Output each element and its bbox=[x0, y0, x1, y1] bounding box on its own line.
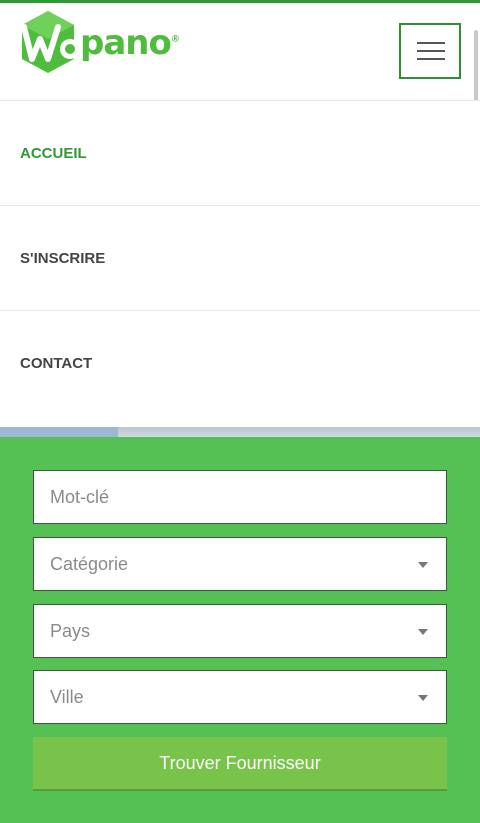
menu-toggle-button[interactable] bbox=[399, 23, 461, 79]
category-select[interactable]: Catégorie bbox=[33, 537, 447, 591]
nav-item-accueil[interactable]: ACCUEIL bbox=[0, 100, 480, 205]
wapano-logo-mark bbox=[21, 11, 80, 73]
hamburger-menu-icon-line bbox=[417, 58, 445, 60]
nav-item-sinscrire[interactable]: S'INSCRIRE bbox=[0, 205, 480, 310]
find-supplier-button[interactable]: Trouver Fournisseur bbox=[33, 737, 447, 791]
supplier-search-panel: Mot-clé Catégorie Pays Ville Trouver Fou… bbox=[0, 437, 480, 823]
hamburger-menu-icon-line bbox=[417, 50, 445, 52]
registered-mark: ® bbox=[170, 34, 180, 45]
mobile-nav-menu: ACCUEIL S'INSCRIRE CONTACT bbox=[0, 100, 480, 415]
site-header: pano® bbox=[0, 3, 480, 100]
caret-down-icon bbox=[418, 629, 428, 635]
nav-item-contact[interactable]: CONTACT bbox=[0, 310, 480, 415]
country-placeholder: Pays bbox=[50, 620, 91, 641]
wapano-logo[interactable]: pano® bbox=[18, 9, 180, 75]
logo-wordmark: pano® bbox=[80, 23, 180, 63]
find-supplier-label: Trouver Fournisseur bbox=[159, 752, 321, 773]
hero-image-strip-blue bbox=[0, 427, 118, 437]
hero-image-strip bbox=[0, 427, 480, 437]
caret-down-icon bbox=[418, 695, 428, 701]
keyword-placeholder: Mot-clé bbox=[50, 486, 110, 507]
city-select[interactable]: Ville bbox=[33, 670, 447, 724]
nav-item-label: S'INSCRIRE bbox=[20, 249, 106, 267]
caret-down-icon bbox=[418, 562, 428, 568]
nav-item-label: CONTACT bbox=[20, 354, 93, 372]
hamburger-menu-icon bbox=[417, 42, 445, 44]
logo-wordmark-text: pano bbox=[80, 23, 172, 63]
category-placeholder: Catégorie bbox=[50, 553, 129, 574]
country-select[interactable]: Pays bbox=[33, 604, 447, 658]
keyword-input[interactable]: Mot-clé bbox=[33, 470, 447, 524]
city-placeholder: Ville bbox=[50, 686, 84, 707]
nav-item-label: ACCUEIL bbox=[20, 144, 87, 162]
